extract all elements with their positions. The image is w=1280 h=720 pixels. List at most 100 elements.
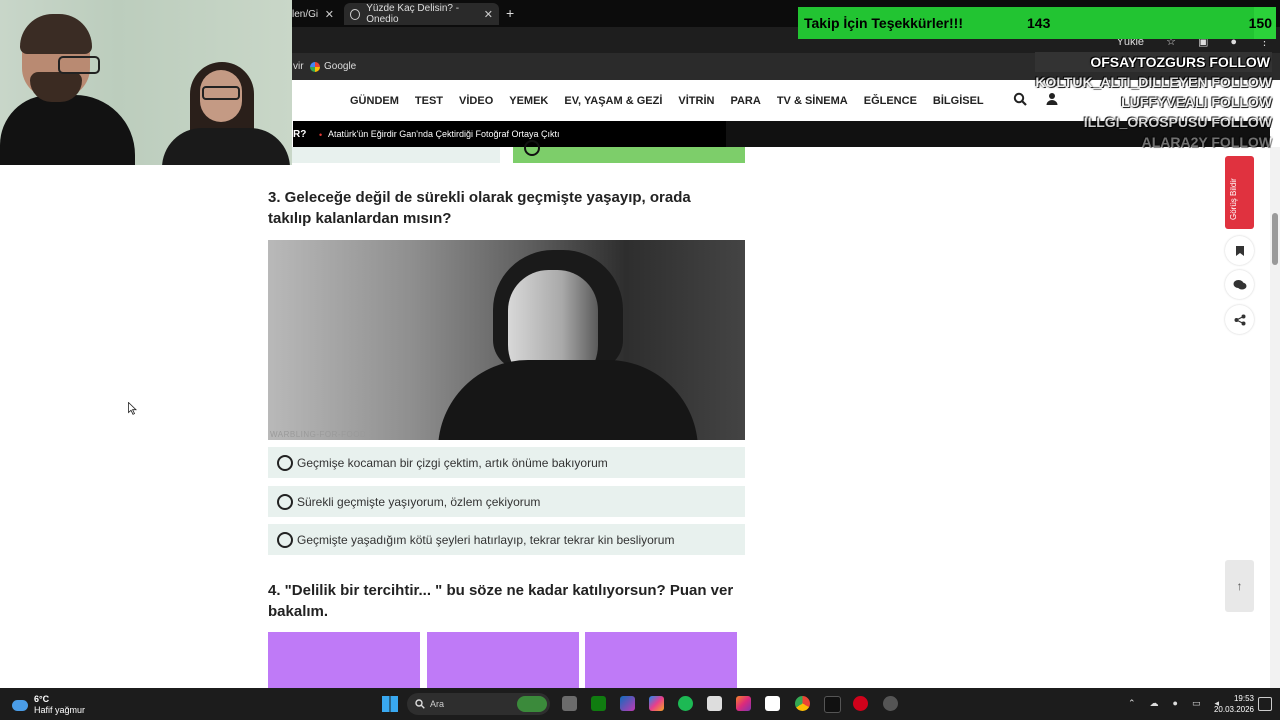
bookmark-icon — [1235, 245, 1244, 256]
image-coat-shape — [438, 360, 698, 440]
answer-option[interactable]: Geçmişte yaşadığım kötü şeyleri hatırlay… — [268, 524, 745, 555]
goal-current: 143 — [1027, 15, 1051, 31]
answer-text: Geçmişte yaşadığım kötü şeyleri hatırlay… — [297, 533, 675, 547]
question-3-title: 3. Geleceğe değil de sürekli olarak geçm… — [268, 189, 691, 227]
nav-item[interactable]: GÜNDEM — [350, 95, 399, 107]
scroll-top-button[interactable]: ↑ — [1225, 560, 1254, 612]
spotify-icon[interactable] — [678, 696, 693, 711]
microphone-icon[interactable]: ● — [1173, 698, 1178, 709]
follower-entry: ILLGI_OROSPUSU FOLLOW — [1083, 114, 1272, 130]
nav-item[interactable]: YEMEK — [509, 95, 548, 107]
ticker-bullet: • — [319, 130, 323, 140]
chevron-up-icon[interactable]: ⌃ — [1128, 698, 1136, 709]
question-3-image: WARBLING-FOR-FOOD — [268, 240, 745, 440]
xbox-icon[interactable] — [591, 696, 606, 711]
search-icon[interactable] — [1013, 92, 1027, 106]
nav-item[interactable]: PARA — [730, 95, 760, 107]
bookmark-google[interactable]: Google — [310, 61, 356, 72]
network-icon[interactable]: ▭ — [1192, 698, 1201, 709]
nav-item[interactable]: TEST — [415, 95, 443, 107]
comments-button[interactable] — [1225, 270, 1254, 299]
m365-icon[interactable] — [620, 696, 635, 711]
file-explorer-icon[interactable] — [562, 696, 577, 711]
page-scrollbar[interactable] — [1270, 147, 1280, 688]
weather-desc: Hafif yağmur — [34, 705, 86, 715]
nav-item[interactable]: EV, YAŞAM & GEZİ — [564, 95, 662, 107]
previous-option-selected[interactable] — [513, 140, 745, 163]
store-icon[interactable] — [707, 696, 722, 711]
person-1-body — [0, 95, 135, 165]
close-icon[interactable]: ✕ — [484, 8, 493, 21]
follower-entry: LUFFYVEALI FOLLOW — [1121, 94, 1272, 110]
feedback-label: Görüş Bildir — [1229, 178, 1238, 220]
radio-icon[interactable] — [277, 455, 293, 471]
rating-option[interactable] — [268, 632, 420, 688]
nav-item[interactable]: VİDEO — [459, 95, 493, 107]
taskbar-clock[interactable]: 19:53 20.03.2026 — [1214, 693, 1254, 715]
nav-menu: GÜNDEM TEST VİDEO YEMEK EV, YAŞAM & GEZİ… — [350, 95, 984, 107]
radio-icon[interactable] — [277, 532, 293, 548]
capcut-icon[interactable] — [765, 696, 780, 711]
person-2-glasses — [202, 86, 240, 100]
obs-icon[interactable] — [883, 696, 898, 711]
nav-item[interactable]: BİLGİSEL — [933, 95, 984, 107]
previous-option[interactable] — [268, 147, 500, 163]
onedio-favicon-icon — [350, 8, 361, 20]
search-highlight-icon — [517, 696, 547, 712]
copilot-icon[interactable] — [649, 696, 664, 711]
ticker-label: R? — [293, 129, 307, 140]
system-tray: ⌃ ☁ ● ▭ ◂ — [1128, 698, 1219, 709]
answer-option[interactable]: Geçmişe kocaman bir çizgi çektim, artık … — [268, 447, 745, 478]
feedback-button[interactable]: Görüş Bildir — [1225, 156, 1254, 229]
comments-icon — [1233, 279, 1246, 289]
bookmark-item[interactable]: vir — [293, 61, 304, 72]
bookmark-button[interactable] — [1225, 236, 1254, 265]
browser-tab[interactable]: len/Gi ✕ — [292, 3, 340, 25]
answer-text: Sürekli geçmişte yaşıyorum, özlem çekiyo… — [297, 495, 541, 509]
clock-time: 19:53 — [1233, 694, 1254, 703]
tiktok-icon[interactable] — [824, 696, 841, 713]
new-tab-button[interactable]: + — [506, 5, 514, 21]
tab-title: Yüzde Kaç Delisin? - Onedio — [366, 3, 460, 25]
opera-icon[interactable] — [853, 696, 868, 711]
weather-cloud-icon — [12, 699, 28, 711]
answer-text: Geçmişe kocaman bir çizgi çektim, artık … — [297, 456, 608, 470]
tab-title: len/Gi — [292, 8, 319, 20]
share-button[interactable] — [1225, 305, 1254, 334]
cloud-off-icon[interactable]: ☁ — [1150, 698, 1159, 709]
follower-entry: ALARA2Y FOLLOW — [1141, 134, 1272, 150]
nav-item[interactable]: EĞLENCE — [864, 95, 917, 107]
taskbar-search[interactable]: Ara — [407, 693, 550, 715]
person-1-hair — [20, 14, 92, 54]
share-icon — [1234, 314, 1245, 325]
webcam-overlay — [0, 0, 292, 165]
rating-option[interactable] — [427, 632, 579, 688]
image-watermark: WARBLING-FOR-FOOD — [270, 430, 367, 439]
weather-temp: 6°C — [34, 694, 50, 704]
instagram-icon[interactable] — [736, 696, 751, 711]
question-4-title: 4. "Delilik bir tercihtir... " bu söze n… — [268, 582, 734, 620]
answer-option[interactable]: Sürekli geçmişte yaşıyorum, özlem çekiyo… — [268, 486, 745, 517]
clock-date: 20.03.2026 — [1213, 705, 1254, 714]
search-placeholder: Ara — [430, 699, 445, 709]
chrome-icon[interactable] — [795, 696, 810, 711]
nav-item[interactable]: VİTRİN — [678, 95, 714, 107]
arrow-up-icon: ↑ — [1236, 579, 1243, 593]
weather-widget[interactable]: 6°C Hafif yağmur — [12, 694, 85, 716]
browser-tab-active[interactable]: Yüzde Kaç Delisin? - Onedio ✕ — [344, 3, 499, 25]
nav-item[interactable]: TV & SİNEMA — [777, 95, 848, 107]
search-icon — [415, 699, 425, 709]
goal-title: Takip İçin Teşekkürler!!! — [804, 15, 963, 31]
windows-taskbar: 6°C Hafif yağmur Ara ⌃ ☁ ● ▭ ◂ 19:53 20.… — [0, 688, 1280, 720]
radio-icon[interactable] — [277, 494, 293, 510]
ticker-headline[interactable]: Atatürk'ün Eğirdir Gan'nda Çektirdiği Fo… — [328, 129, 560, 139]
rating-option[interactable] — [585, 632, 737, 688]
notification-icon[interactable] — [1258, 697, 1272, 711]
follower-entry: OFSAYTOZGURS FOLLOW — [1035, 52, 1272, 72]
goal-target: 150 — [1248, 15, 1272, 31]
scrollbar-thumb[interactable] — [1272, 213, 1278, 265]
windows-start-icon[interactable] — [382, 696, 398, 712]
close-icon[interactable]: ✕ — [325, 8, 334, 21]
person-1-glasses — [58, 56, 100, 74]
bookmark-label: Google — [324, 61, 357, 72]
